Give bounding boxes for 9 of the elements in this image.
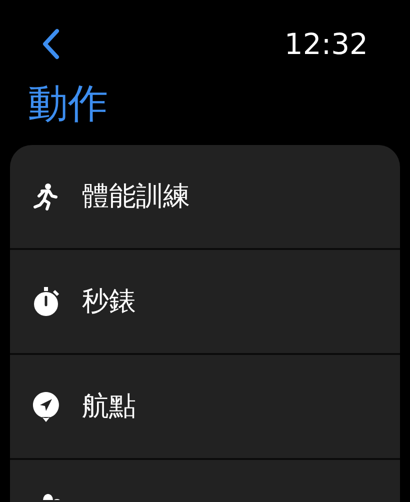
screen-title: 動作 xyxy=(27,84,108,129)
back-icon[interactable] xyxy=(40,28,62,60)
menu-item[interactable]: 體能訓練 xyxy=(82,183,190,210)
menu-item[interactable]: 航點 xyxy=(82,393,136,420)
clock-time: 12:32 xyxy=(284,30,368,58)
runner-icon xyxy=(33,182,59,210)
location-arrow-icon xyxy=(31,390,61,422)
menu-item[interactable]: 秒錶 xyxy=(82,288,136,315)
stopwatch-icon xyxy=(31,286,61,316)
